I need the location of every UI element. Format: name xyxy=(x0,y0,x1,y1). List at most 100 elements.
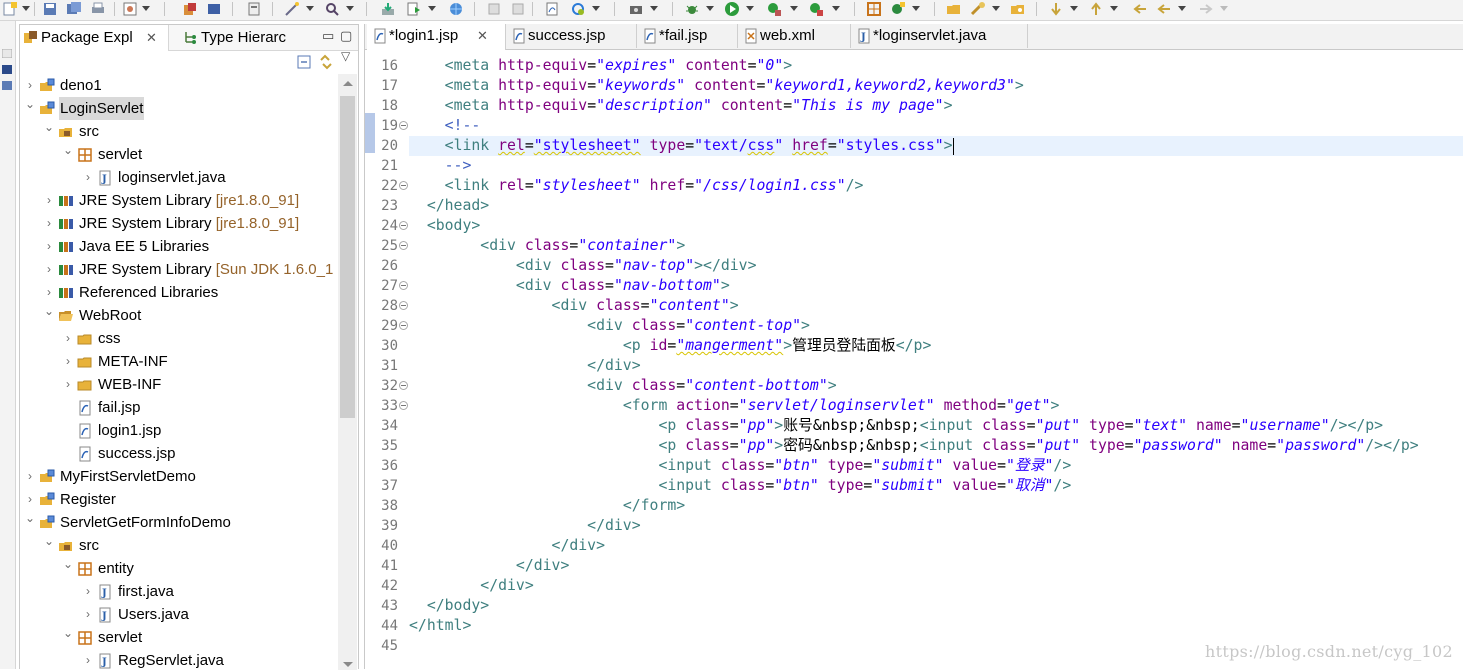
new-icon[interactable] xyxy=(2,1,18,17)
tree-node[interactable]: › J RegServlet.java xyxy=(20,649,338,670)
chevron-down-icon[interactable]: ⌄ xyxy=(62,553,74,576)
search-icon[interactable] xyxy=(324,1,340,17)
run-external-icon[interactable] xyxy=(766,1,782,17)
code-line[interactable]: <form action="servlet/loginservlet" meth… xyxy=(409,396,1463,416)
tree-node[interactable]: › Register xyxy=(20,488,338,511)
new-java-class-dropdown-icon[interactable] xyxy=(912,6,920,11)
run-on-server-icon[interactable] xyxy=(406,1,422,17)
history-back-icon[interactable] xyxy=(486,1,502,17)
previous-annotation-dropdown-icon[interactable] xyxy=(1110,6,1118,11)
tree-node[interactable]: fail.jsp xyxy=(20,396,338,419)
new-java-class-icon[interactable] xyxy=(890,1,906,17)
tree-node[interactable]: › MyFirstServletDemo xyxy=(20,465,338,488)
fold-collapse-icon[interactable] xyxy=(399,401,408,410)
tab-package-explorer[interactable]: Package Expl ✕ xyxy=(20,25,169,51)
tree-node[interactable]: › Referenced Libraries xyxy=(20,281,338,304)
code-line[interactable]: <input class="btn" type="submit" value="… xyxy=(409,456,1463,476)
fold-collapse-icon[interactable] xyxy=(399,241,408,250)
tree-node[interactable]: › JRE System Library [jre1.8.0_91] xyxy=(20,189,338,212)
previous-annotation-icon[interactable] xyxy=(1088,1,1104,17)
code-line[interactable]: <div class="content-top"> xyxy=(409,316,1463,336)
server-icon[interactable] xyxy=(246,1,262,17)
external-tools-icon[interactable] xyxy=(808,1,824,17)
chevron-right-icon[interactable]: › xyxy=(82,649,94,670)
chevron-right-icon[interactable]: › xyxy=(82,580,94,603)
chevron-right-icon[interactable]: › xyxy=(43,212,55,235)
search-dropdown-icon[interactable] xyxy=(346,6,354,11)
debug-dropdown-icon[interactable] xyxy=(706,6,714,11)
chevron-right-icon[interactable]: › xyxy=(82,166,94,189)
chevron-down-icon[interactable]: ⌄ xyxy=(43,530,55,553)
back-icon[interactable] xyxy=(1156,1,1172,17)
history-forward-icon[interactable] xyxy=(510,1,526,17)
tab-type-hierarchy[interactable]: Type Hierarc xyxy=(180,25,320,50)
chevron-right-icon[interactable]: › xyxy=(62,327,74,350)
save-icon[interactable] xyxy=(42,1,58,17)
tree-node[interactable]: › WEB-INF xyxy=(20,373,338,396)
code-line[interactable]: <body> xyxy=(409,216,1463,236)
next-annotation-icon[interactable] xyxy=(1048,1,1064,17)
tree-node[interactable]: › JRE System Library [jre1.8.0_91] xyxy=(20,212,338,235)
tree-node[interactable]: › Java EE 5 Libraries xyxy=(20,235,338,258)
scroll-up-icon[interactable] xyxy=(343,81,353,86)
new-class-icon[interactable] xyxy=(866,1,882,17)
chevron-right-icon[interactable]: › xyxy=(24,465,36,488)
chevron-right-icon[interactable]: › xyxy=(43,258,55,281)
chevron-down-icon[interactable]: ⌄ xyxy=(43,116,55,139)
code-line[interactable]: --> xyxy=(409,156,1463,176)
refresh-dropdown-icon[interactable] xyxy=(592,6,600,11)
link-with-editor-icon[interactable] xyxy=(318,54,334,70)
open-type-icon[interactable] xyxy=(122,1,138,17)
camera-icon[interactable] xyxy=(628,1,644,17)
forward-dropdown-icon[interactable] xyxy=(1220,6,1228,11)
tree-node[interactable]: › css xyxy=(20,327,338,350)
save-all-icon[interactable] xyxy=(66,1,82,17)
chevron-down-icon[interactable]: ⌄ xyxy=(24,93,36,116)
maximize-icon[interactable]: ▢ xyxy=(340,25,352,50)
new-dropdown-icon[interactable] xyxy=(22,6,30,11)
tree-node[interactable]: › Jloginservlet.java xyxy=(20,166,338,189)
chevron-down-icon[interactable]: ⌄ xyxy=(62,139,74,162)
fold-collapse-icon[interactable] xyxy=(399,381,408,390)
open-type-dropdown-icon[interactable] xyxy=(142,6,150,11)
code-line[interactable]: <link rel="stylesheet" href="/css/login1… xyxy=(409,176,1463,196)
open-resource-icon[interactable] xyxy=(1010,1,1026,17)
code-line[interactable]: </html> xyxy=(409,616,1463,636)
tree-node[interactable]: ⌄ entity xyxy=(20,557,338,580)
last-edit-location-icon[interactable] xyxy=(1132,1,1148,17)
tree-node[interactable]: ⌄ WebRoot xyxy=(20,304,338,327)
print-icon[interactable] xyxy=(90,1,106,17)
tree-node[interactable]: › deno1 xyxy=(20,74,338,97)
fold-collapse-icon[interactable] xyxy=(399,281,408,290)
run-icon[interactable] xyxy=(724,1,740,17)
chevron-down-icon[interactable]: ⌄ xyxy=(24,507,36,530)
tree-node[interactable]: success.jsp xyxy=(20,442,338,465)
collapse-all-icon[interactable] xyxy=(297,55,311,69)
code-line[interactable]: <p class="pp">账号&nbsp;&nbsp;<input class… xyxy=(409,416,1463,436)
run-external-dropdown-icon[interactable] xyxy=(790,6,798,11)
chevron-right-icon[interactable]: › xyxy=(62,373,74,396)
refresh-icon[interactable] xyxy=(570,1,586,17)
code-line[interactable]: <div class="nav-bottom"> xyxy=(409,276,1463,296)
tree-node[interactable]: › META-INF xyxy=(20,350,338,373)
fold-collapse-icon[interactable] xyxy=(399,121,408,130)
code-line[interactable]: <!-- xyxy=(409,116,1463,136)
tree-node[interactable]: login1.jsp xyxy=(20,419,338,442)
fold-collapse-icon[interactable] xyxy=(399,301,408,310)
code-line[interactable]: </div> xyxy=(409,516,1463,536)
jsp-editor-icon[interactable] xyxy=(544,1,560,17)
debug-icon[interactable] xyxy=(684,1,700,17)
code-line[interactable]: <div class="content-bottom"> xyxy=(409,376,1463,396)
close-icon[interactable]: ✕ xyxy=(477,24,488,48)
code-line[interactable]: </div> xyxy=(409,356,1463,376)
editor-tab[interactable]: *login1.jsp ✕ xyxy=(367,24,506,50)
chevron-right-icon[interactable]: › xyxy=(43,235,55,258)
code-line[interactable]: </form> xyxy=(409,496,1463,516)
tree-node[interactable]: ⌄ servlet xyxy=(20,626,338,649)
close-icon[interactable]: ✕ xyxy=(146,25,157,50)
code-line[interactable]: <div class="nav-top"></div> xyxy=(409,256,1463,276)
next-annotation-dropdown-icon[interactable] xyxy=(1070,6,1078,11)
fold-collapse-icon[interactable] xyxy=(399,221,408,230)
wizard-icon[interactable] xyxy=(284,1,300,17)
code-line[interactable]: <div class="container"> xyxy=(409,236,1463,256)
